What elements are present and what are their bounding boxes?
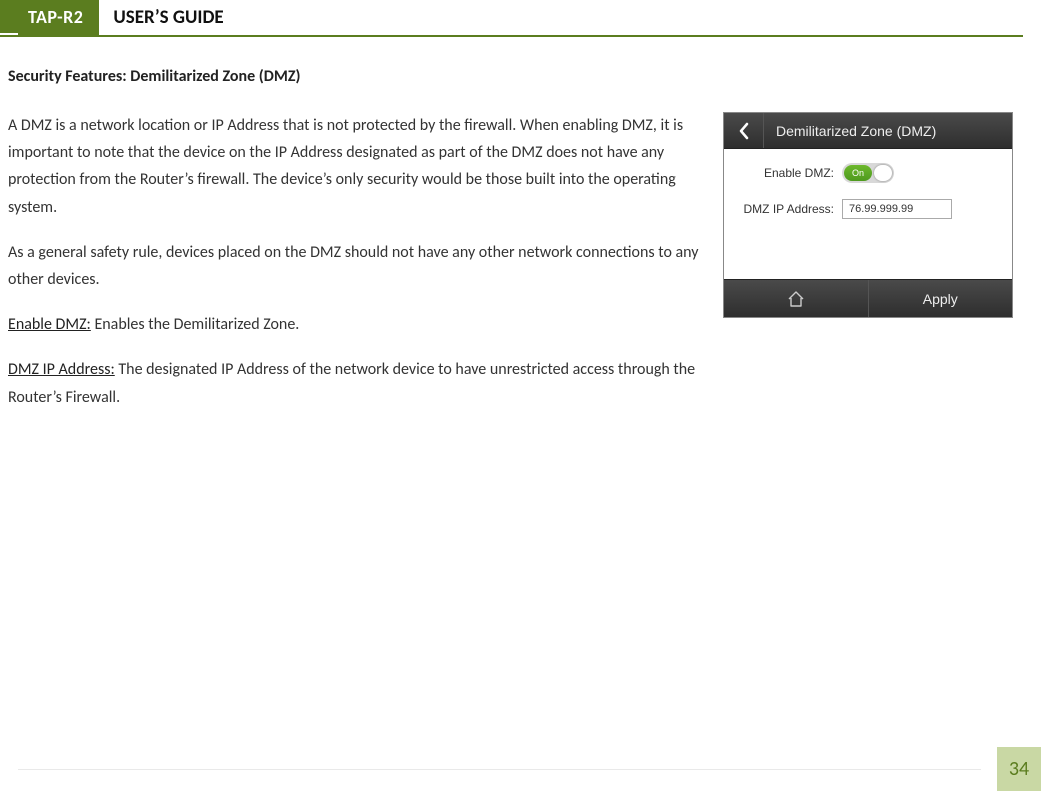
home-icon [787,291,805,307]
enable-dmz-text: Enables the Demilitarized Zone. [91,315,300,334]
screenshot-title: Demilitarized Zone (DMZ) [764,123,1012,139]
document-title: USER’S GUIDE [99,0,237,35]
header-accent-strip [0,0,18,33]
dmz-ip-field-label: DMZ IP Address: [734,202,842,216]
page-number: 34 [997,747,1041,791]
body-text-column: A DMZ is a network location or IP Addres… [8,112,709,429]
enable-dmz-row: Enable DMZ: On [734,163,1002,183]
home-button[interactable] [724,280,869,317]
paragraph-enable: Enable DMZ: Enables the Demilitarized Zo… [8,311,709,338]
chevron-left-icon [738,122,750,140]
dmz-ip-label: DMZ IP Address: [8,360,115,379]
embedded-screenshot: Demilitarized Zone (DMZ) Enable DMZ: On … [723,112,1013,318]
footer-rule [18,769,981,770]
product-badge: TAP-R2 [18,0,99,35]
toggle-on-label: On [844,165,872,181]
section-title: Security Features: Demilitarized Zone (D… [8,67,1013,86]
page-header: TAP-R2 USER’S GUIDE [0,0,1023,37]
toggle-knob [874,165,892,181]
back-button[interactable] [724,113,764,148]
screenshot-footer: Apply [724,279,1012,317]
screenshot-body: Enable DMZ: On DMZ IP Address: [724,149,1012,279]
dmz-ip-input[interactable] [842,199,952,219]
paragraph-safety: As a general safety rule, devices placed… [8,239,709,293]
apply-button[interactable]: Apply [869,291,1013,307]
paragraph-intro: A DMZ is a network location or IP Addres… [8,112,709,221]
screenshot-header: Demilitarized Zone (DMZ) [724,113,1012,149]
enable-dmz-toggle[interactable]: On [842,163,894,183]
enable-dmz-label: Enable DMZ: [8,315,91,334]
paragraph-ip: DMZ IP Address: The designated IP Addres… [8,356,709,410]
enable-dmz-field-label: Enable DMZ: [734,166,842,180]
dmz-ip-row: DMZ IP Address: [734,199,1002,219]
